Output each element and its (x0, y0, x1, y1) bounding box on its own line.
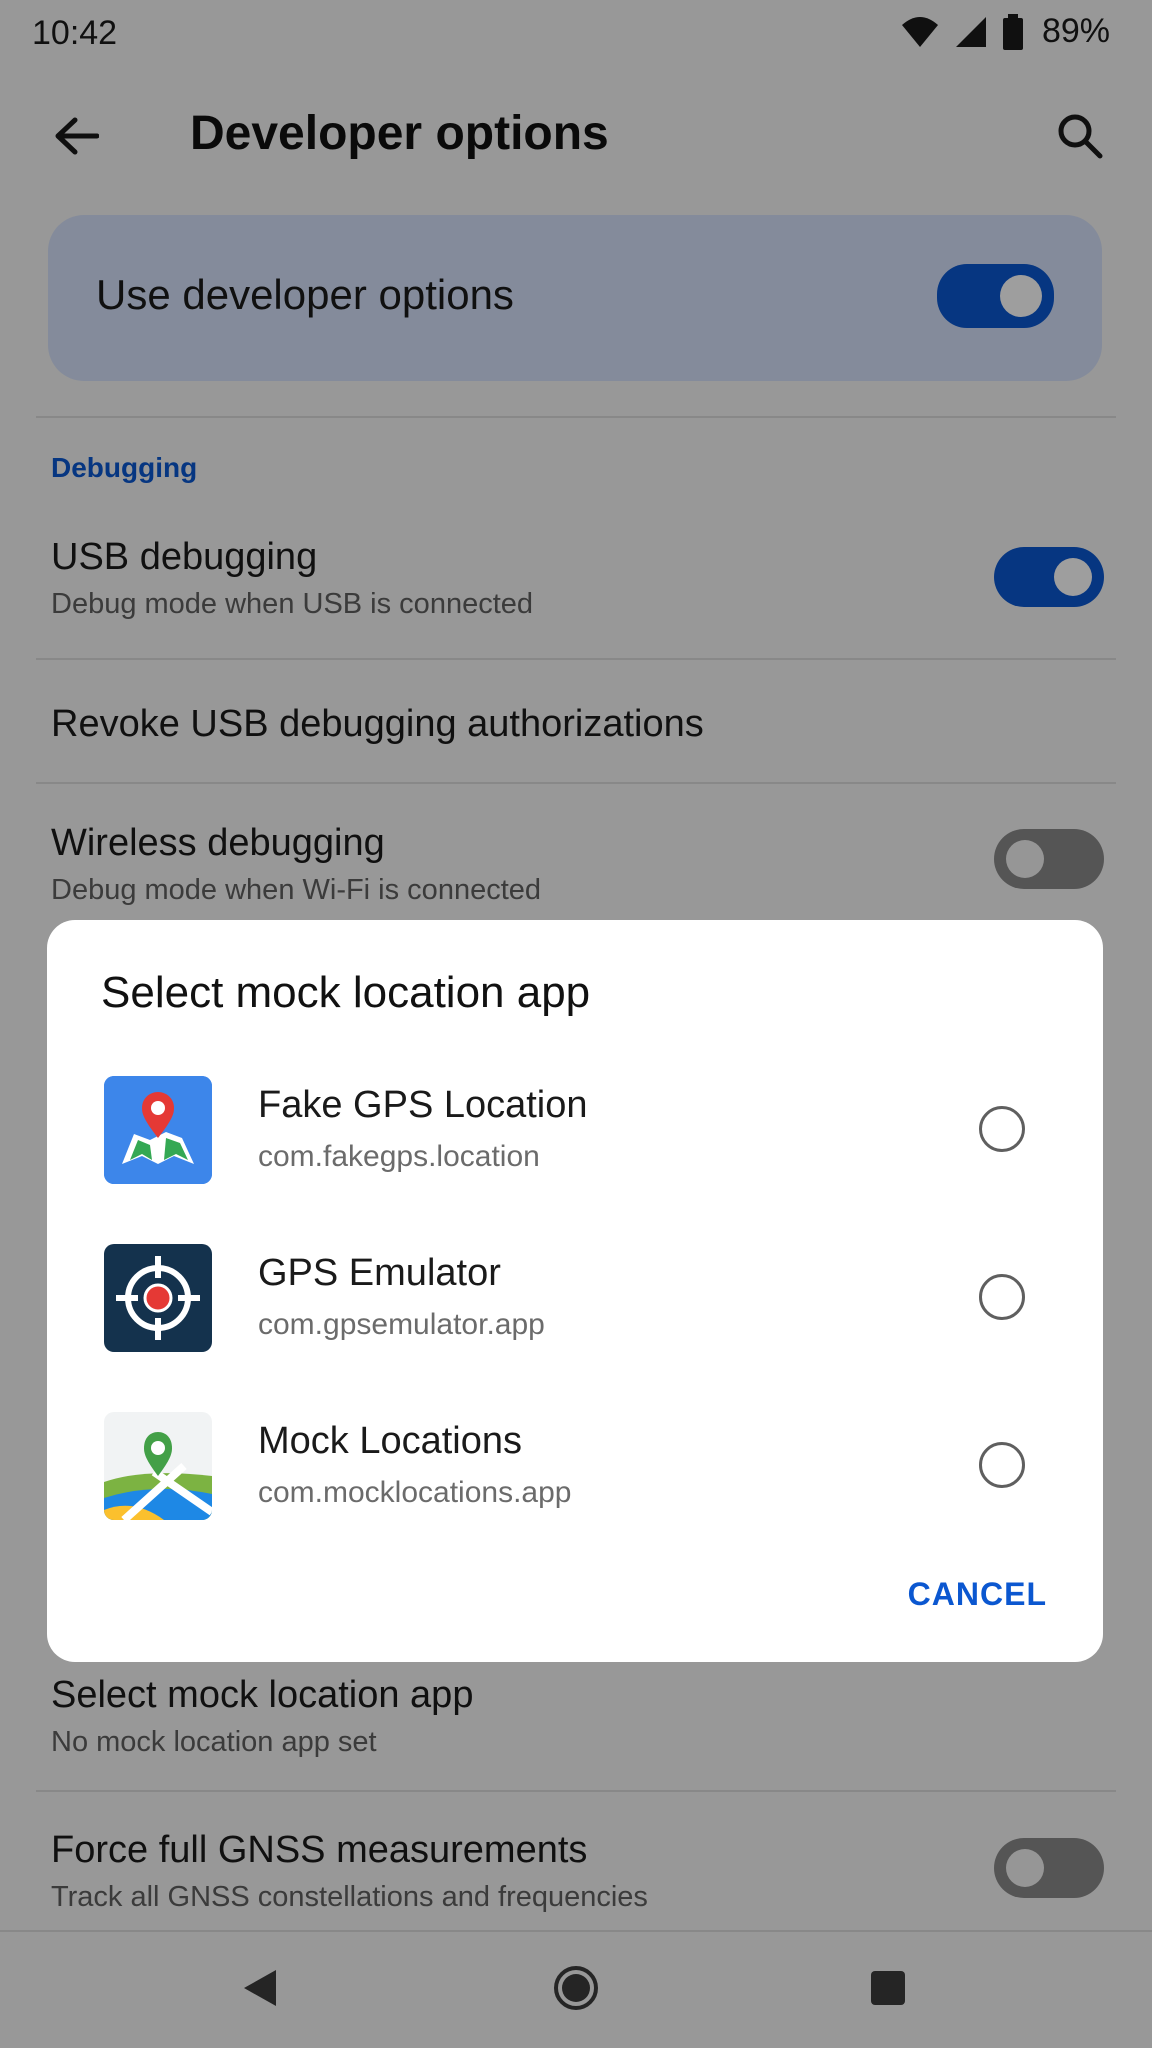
option-gps-emulator[interactable]: GPS Emulator com.gpsemulator.app (47, 1244, 1103, 1394)
mock-location-dialog: Select mock location app Fake GPS Locati… (47, 920, 1103, 1662)
map-pin-icon (104, 1076, 212, 1184)
radio-button[interactable] (979, 1274, 1025, 1320)
option-package: com.gpsemulator.app (258, 1308, 545, 1341)
option-name: Mock Locations (258, 1420, 523, 1462)
crosshair-icon (104, 1244, 212, 1352)
option-name: GPS Emulator (258, 1252, 501, 1294)
option-package: com.fakegps.location (258, 1140, 540, 1173)
cancel-button[interactable]: CANCEL (908, 1576, 1047, 1613)
option-mock-locations[interactable]: Mock Locations com.mocklocations.app (47, 1412, 1103, 1562)
option-name: Fake GPS Location (258, 1084, 588, 1126)
option-fake-gps-location[interactable]: Fake GPS Location com.fakegps.location (47, 1076, 1103, 1226)
radio-button[interactable] (979, 1442, 1025, 1488)
dialog-title: Select mock location app (101, 968, 591, 1017)
radio-button[interactable] (979, 1106, 1025, 1152)
option-package: com.mocklocations.app (258, 1476, 572, 1509)
map-location-icon (104, 1412, 212, 1520)
